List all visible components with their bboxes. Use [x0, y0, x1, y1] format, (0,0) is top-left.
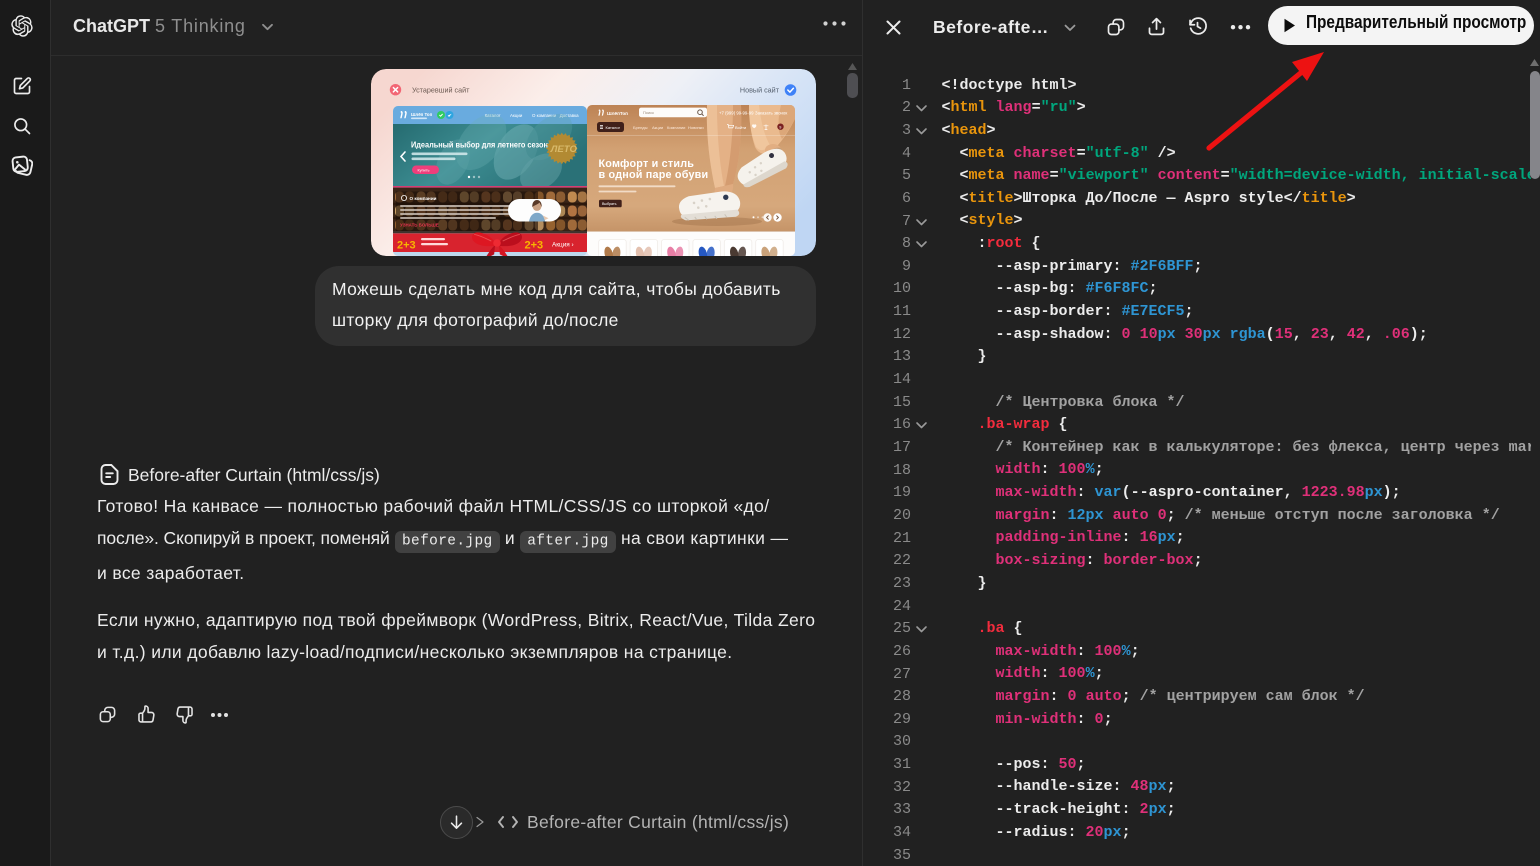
- svg-text:Купить: Купить: [418, 168, 430, 172]
- svg-text:Шлёп Топ: Шлёп Топ: [411, 112, 433, 117]
- svg-text:Акции: Акции: [652, 125, 663, 130]
- svg-text:Новинки: Новинки: [688, 125, 704, 130]
- svg-text:О компании: О компании: [410, 196, 437, 201]
- svg-text:9: 9: [779, 125, 781, 129]
- svg-text:+7 (999) 99-99-99: +7 (999) 99-99-99: [719, 111, 754, 116]
- svg-text:Каталог: Каталог: [606, 125, 621, 130]
- svg-text:УЗНАТЬ БОЛЬШЕ: УЗНАТЬ БОЛЬШЕ: [400, 223, 439, 228]
- svg-text:Акции: Акции: [510, 113, 523, 118]
- svg-text:Выбрать: Выбрать: [602, 202, 617, 206]
- svg-text:Поиск: Поиск: [643, 110, 654, 115]
- svg-text:Устаревший сайт: Устаревший сайт: [412, 85, 470, 94]
- svg-text:2+3: 2+3: [397, 240, 416, 252]
- svg-text:ЛЕТО: ЛЕТО: [550, 144, 578, 155]
- svg-text:Войти: Войти: [735, 125, 746, 130]
- svg-text:ШлёпТоп: ШлёпТоп: [607, 111, 628, 116]
- svg-text:Акция ›: Акция ›: [552, 242, 574, 249]
- svg-text:Новый сайт: Новый сайт: [740, 85, 780, 94]
- svg-text:Компании: Компании: [667, 125, 685, 130]
- svg-text:Заказать звонок: Заказать звонок: [755, 111, 787, 116]
- svg-text:Идеальный выбор для летнего се: Идеальный выбор для летнего сезона: [411, 141, 553, 150]
- svg-text:в одной паре обуви: в одной паре обуви: [599, 169, 709, 181]
- svg-text:2+3: 2+3: [525, 240, 544, 252]
- svg-text:Бренды: Бренды: [633, 125, 648, 130]
